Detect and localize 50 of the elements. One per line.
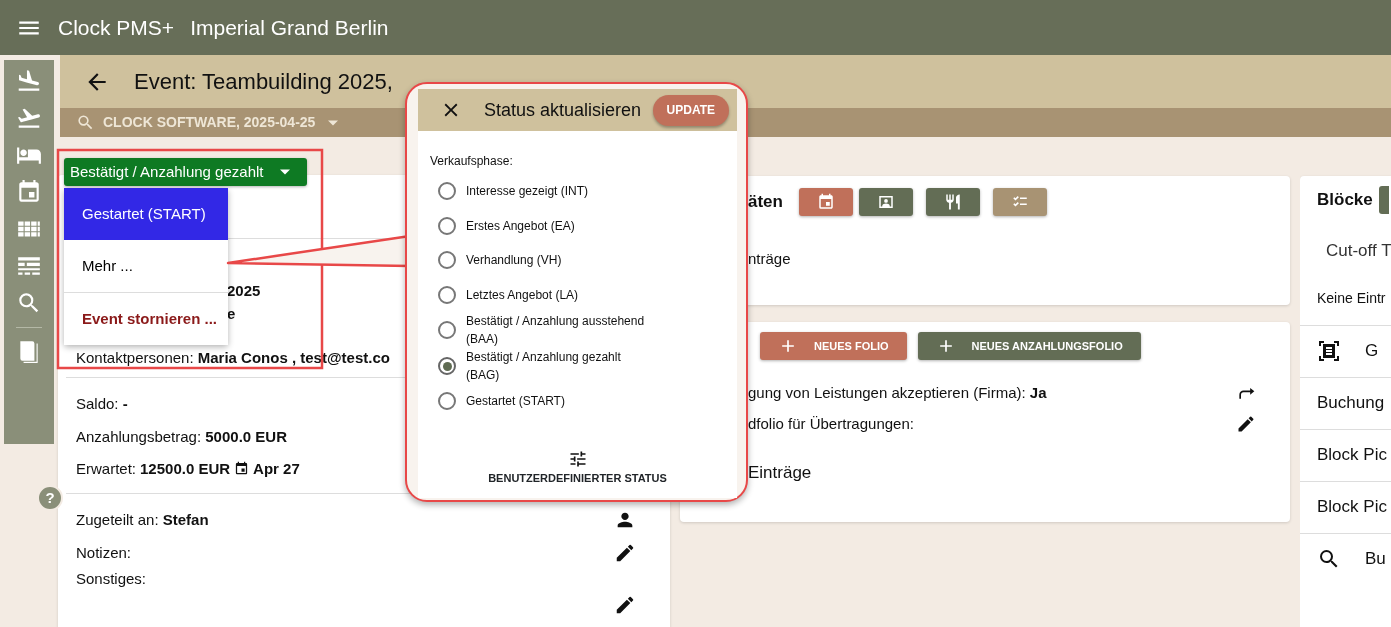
section-label: Verkaufsphase:: [429, 153, 514, 170]
finance-text: Anzahlungsbetrag: 5000.0 EUR: [76, 428, 287, 445]
property-name: Imperial Grand Berlin: [190, 14, 389, 41]
update-button[interactable]: UPDATE: [652, 94, 729, 126]
option-label: Bestätigt / Anzahlung gezahlt (BAG): [466, 349, 622, 384]
expected-amount: 12500.0 EUR: [140, 459, 231, 479]
empty-text: Einträge: [748, 462, 813, 484]
radio-option[interactable]: Erstes Angebot (EA): [418, 208, 737, 243]
menu-item[interactable]: Gestartet (START): [64, 188, 228, 240]
event-detail-text: e: [227, 305, 236, 322]
custom-status-button[interactable]: BENUTZERDEFINIERTER STATUS: [487, 468, 668, 487]
event-detail-text: 2025: [227, 282, 261, 299]
option-label: Verhandlung (VH): [466, 252, 562, 270]
list-item-text[interactable]: Block Pic: [1317, 442, 1387, 468]
status-button[interactable]: Bestätigt / Anzahlung gezahlt: [64, 158, 308, 186]
panel-title: Blöcke: [1317, 189, 1373, 212]
menu-item[interactable]: Event stornieren ...: [64, 293, 228, 345]
list-item-text[interactable]: Bu: [1365, 546, 1386, 572]
list-item-text[interactable]: Buchung: [1317, 390, 1385, 416]
option-label: Letztes Angebot (LA): [466, 286, 579, 304]
radio-option[interactable]: Interesse gezeigt (INT): [418, 174, 737, 209]
empty-text: Keine Eintr: [1316, 288, 1387, 308]
expected-date: Apr 27: [253, 459, 300, 479]
card-title: äten: [748, 191, 783, 214]
dialog-title: Status aktualisieren: [484, 98, 643, 122]
radio-option[interactable]: Letztes Angebot (LA): [418, 277, 737, 312]
folio-setting-text: dfolio für Übertragungen:: [748, 413, 914, 434]
radio-option[interactable]: Bestätigt / Anzahlung ausstehend (BAA): [418, 312, 737, 348]
new-folio-button[interactable]: NEUES FOLIO: [760, 332, 907, 360]
expected-label: Erwartet:: [76, 459, 136, 479]
radio-option[interactable]: Verhandlung (VH): [418, 243, 737, 278]
list-item-text[interactable]: G: [1365, 338, 1379, 364]
option-label: Bestätigt / Anzahlung ausstehend (BAA): [466, 313, 646, 348]
option-label: Interesse gezeigt (INT): [466, 183, 589, 201]
assigned-text: Zugeteilt an: Stefan: [76, 510, 209, 530]
empty-text: nträge: [748, 249, 792, 269]
cutoff-label: Cut-off T: [1325, 240, 1391, 262]
new-folio-button[interactable]: NEUES ANZAHLUNGSFOLIO: [917, 332, 1141, 360]
notes-label: Notizen:: [76, 543, 132, 563]
page-title: Event: Teambuilding 2025,: [134, 68, 393, 96]
list-item-text[interactable]: Block Pic: [1317, 494, 1387, 520]
menu-item[interactable]: Mehr ...: [64, 240, 228, 292]
product-name: Clock PMS+: [58, 14, 175, 41]
folio-setting-text: gung von Leistungen akzeptieren (Firma): Ja: [748, 382, 1047, 403]
option-label: Gestartet (START): [466, 393, 565, 411]
option-label: Erstes Angebot (EA): [466, 217, 575, 235]
radio-option[interactable]: Bestätigt / Anzahlung gezahlt (BAG): [418, 348, 737, 384]
radio-option[interactable]: Gestartet (START): [418, 384, 737, 419]
finance-text: Saldo: -: [76, 395, 128, 412]
other-label: Sonstiges:: [76, 569, 147, 589]
